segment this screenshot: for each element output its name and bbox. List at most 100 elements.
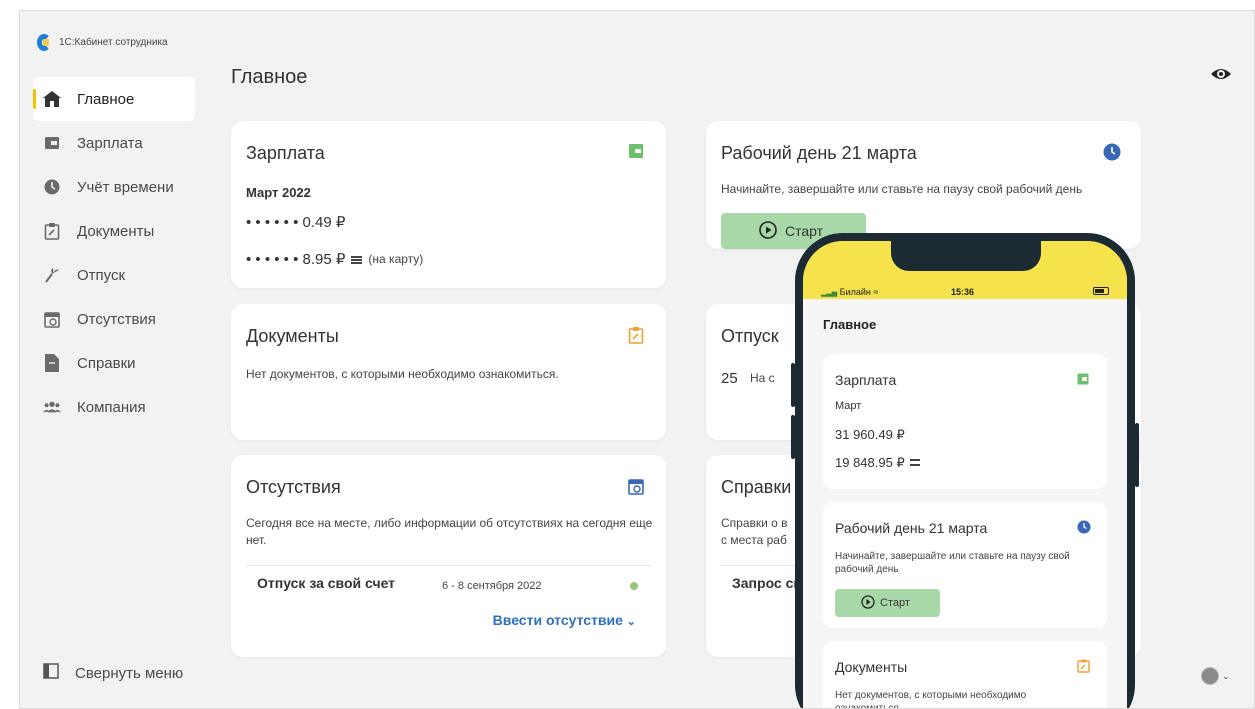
sidebar-item-company[interactable]: Компания [33, 385, 195, 429]
sidebar-item-vacation[interactable]: Отпуск [33, 253, 195, 297]
phone-screen: ▂▃▅ Билайн ≈ 15:36 Главное Зарплата Март… [803, 241, 1127, 709]
signal-icon: ▂▃▅ [821, 290, 838, 297]
card-title: Документы [246, 326, 339, 346]
wifi-icon: ≈ [873, 287, 879, 297]
vacation-text: На с [750, 371, 775, 385]
sidebar-item-label: Компания [77, 398, 146, 416]
absences-text: Сегодня все на месте, либо информации об… [246, 516, 653, 547]
sidebar-item-label: Справки [77, 354, 136, 372]
absences-card[interactable]: Отсутствия Сегодня все на месте, либо ин… [231, 455, 666, 657]
phone-workday-card[interactable]: Рабочий день 21 марта Начинайте, заверша… [823, 502, 1107, 628]
clock-icon [43, 178, 61, 196]
phone-start-button[interactable]: Старт [835, 589, 940, 617]
calendar-clock-icon [628, 477, 646, 495]
carrier-name: Билайн [839, 287, 871, 297]
play-icon [759, 220, 777, 242]
card-title: Отсутствия [246, 477, 341, 497]
wallet-icon [628, 143, 646, 161]
documents-card[interactable]: Документы Нет документов, с которыми нео… [231, 304, 666, 440]
phone-status-bar: ▂▃▅ Билайн ≈ 15:36 [803, 241, 1127, 299]
salary-card-note: (на карту) [368, 252, 424, 266]
card-title: Документы [835, 659, 908, 675]
salary-card-amount: • • • • • • 8.95 ₽ [246, 251, 346, 268]
phone-salary-card-amount: 19 848.95 ₽ [835, 455, 905, 470]
palm-icon [43, 266, 61, 284]
phone-side-button [1135, 423, 1139, 487]
card-title: Рабочий день 21 марта [835, 520, 988, 536]
certificates-text-1: Справки о в [721, 516, 788, 530]
battery-icon [1093, 287, 1109, 295]
app-window: 1С:Кабинет сотрудника Главное Зарплата У… [19, 10, 1255, 709]
chevron-down-icon: ⌄ [626, 616, 636, 628]
user-menu[interactable]: ⌄ [1201, 667, 1230, 685]
clipboard-icon [628, 326, 646, 344]
sidebar-item-salary[interactable]: Зарплата [33, 121, 195, 165]
phone-salary-card[interactable]: Зарплата Март 31 960.49 ₽ 19 848.95 ₽ [823, 354, 1107, 489]
certificate-icon [43, 354, 61, 372]
workday-card[interactable]: Рабочий день 21 марта Начинайте, заверша… [706, 121, 1141, 249]
phone-workday-text: Начинайте, завершайте или ставьте на пау… [835, 551, 1070, 575]
card-payment-icon [909, 459, 920, 466]
add-absence-label: Ввести отсутствие [492, 612, 623, 628]
calendar-clock-icon [43, 310, 61, 328]
documents-text: Нет документов, с которыми необходимо оз… [246, 367, 559, 381]
home-icon [43, 90, 61, 108]
certificate-request-row[interactable]: Запрос сп [732, 575, 802, 592]
card-title: Отпуск [721, 326, 779, 346]
sidebar-item-label: Зарплата [77, 134, 143, 152]
sidebar-item-documents[interactable]: Документы [33, 209, 195, 253]
phone-salary-period: Март [835, 400, 862, 412]
certificates-text-2: с места раб [721, 533, 787, 547]
absence-row-label[interactable]: Отпуск за свой счет [257, 575, 395, 592]
clock-icon [1103, 143, 1121, 161]
app-title: 1С:Кабинет сотрудника [59, 37, 168, 48]
start-label: Старт [880, 597, 910, 609]
status-dot [630, 582, 638, 590]
salary-period: Март 2022 [246, 185, 311, 200]
phone-time: 15:36 [951, 287, 975, 297]
phone-notch [891, 241, 1041, 271]
sidebar-item-certificates[interactable]: Справки [33, 341, 195, 385]
salary-card-row: • • • • • • 8.95 ₽ (на карту) [246, 251, 423, 268]
card-title: Справки [721, 477, 792, 497]
people-icon [43, 398, 61, 416]
logo-mark-icon [37, 34, 51, 51]
sidebar-item-time[interactable]: Учёт времени [33, 165, 195, 209]
sidebar-item-label: Главное [77, 90, 135, 108]
sidebar-item-home[interactable]: Главное [33, 77, 195, 121]
sidebar-item-label: Отпуск [77, 266, 126, 284]
clipboard-icon [1077, 659, 1091, 673]
play-icon [861, 594, 875, 612]
phone-documents-text: Нет документов, с которыми необходимо оз… [835, 690, 1027, 709]
add-absence-link[interactable]: Ввести отсутствие ⌄ [493, 612, 636, 628]
collapse-menu-label: Свернуть меню [75, 664, 184, 682]
app-logo[interactable]: 1С:Кабинет сотрудника [37, 34, 168, 51]
card-title: Зарплата [835, 372, 897, 388]
workday-text: Начинайте, завершайте или ставьте на пау… [721, 182, 1083, 196]
carrier-label: ▂▃▅ Билайн ≈ [821, 287, 878, 297]
phone-documents-card[interactable]: Документы Нет документов, с которыми нео… [823, 641, 1107, 709]
eye-icon[interactable] [1210, 63, 1232, 85]
sidebar-item-label: Документы [77, 222, 155, 240]
absence-row-dates: 6 - 8 сентября 2022 [442, 580, 542, 592]
salary-card[interactable]: Зарплата Март 2022 • • • • • • 0.49 ₽ • … [231, 121, 666, 288]
phone-page-title: Главное [823, 317, 877, 332]
phone-content: Главное Зарплата Март 31 960.49 ₽ 19 848… [803, 299, 1127, 709]
divider [246, 565, 651, 566]
phone-salary-amount: 31 960.49 ₽ [835, 427, 905, 442]
collapse-menu-button[interactable]: Свернуть меню [43, 663, 183, 683]
card-title: Зарплата [246, 143, 325, 163]
sidebar-item-label: Учёт времени [77, 178, 174, 196]
wallet-icon [1077, 372, 1091, 386]
avatar [1201, 667, 1219, 685]
chevron-down-icon: ⌄ [1222, 670, 1230, 681]
start-label: Старт [785, 223, 824, 239]
sidebar-item-absences[interactable]: Отсутствия [33, 297, 195, 341]
card-title: Рабочий день 21 марта [721, 143, 917, 163]
sidebar-item-label: Отсутствия [77, 310, 156, 328]
phone-mockup: ▂▃▅ Билайн ≈ 15:36 Главное Зарплата Март… [791, 233, 1139, 709]
clock-icon [1077, 520, 1091, 534]
wallet-icon [43, 134, 61, 152]
page-title: Главное [231, 66, 308, 88]
salary-amount: • • • • • • 0.49 ₽ [246, 214, 346, 231]
